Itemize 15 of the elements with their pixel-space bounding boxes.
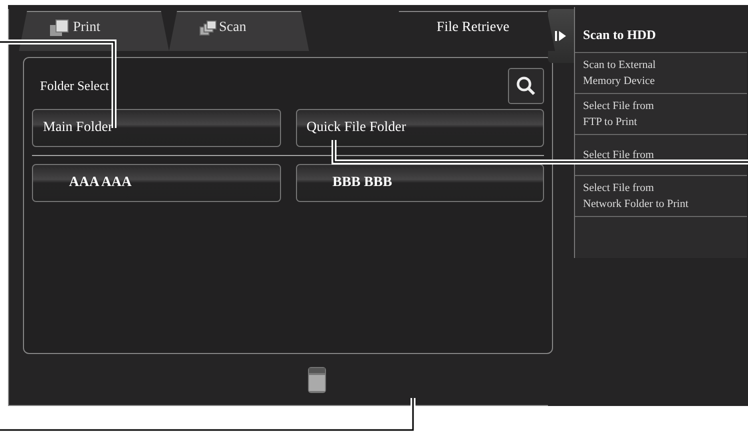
menu-item[interactable]: Scan to HDD <box>575 7 747 52</box>
stacked-pages-icon <box>199 20 217 36</box>
tab[interactable]: Print <box>19 11 169 51</box>
panel-title: Folder Select <box>40 78 109 94</box>
folder-button[interactable]: Main Folder <box>32 109 280 147</box>
tab[interactable]: Scan <box>169 11 309 51</box>
pages-icon <box>49 19 71 37</box>
search-icon <box>516 76 536 96</box>
folder-button[interactable]: BBB BBB <box>296 164 544 202</box>
play-icon <box>555 30 567 42</box>
storage-drum-icon <box>306 364 326 394</box>
folder-button[interactable]: Quick File Folder <box>296 109 544 147</box>
panel-toggle-button[interactable] <box>548 9 574 63</box>
search-button[interactable] <box>508 68 544 104</box>
folder-button[interactable]: AAA AAA <box>32 164 280 202</box>
